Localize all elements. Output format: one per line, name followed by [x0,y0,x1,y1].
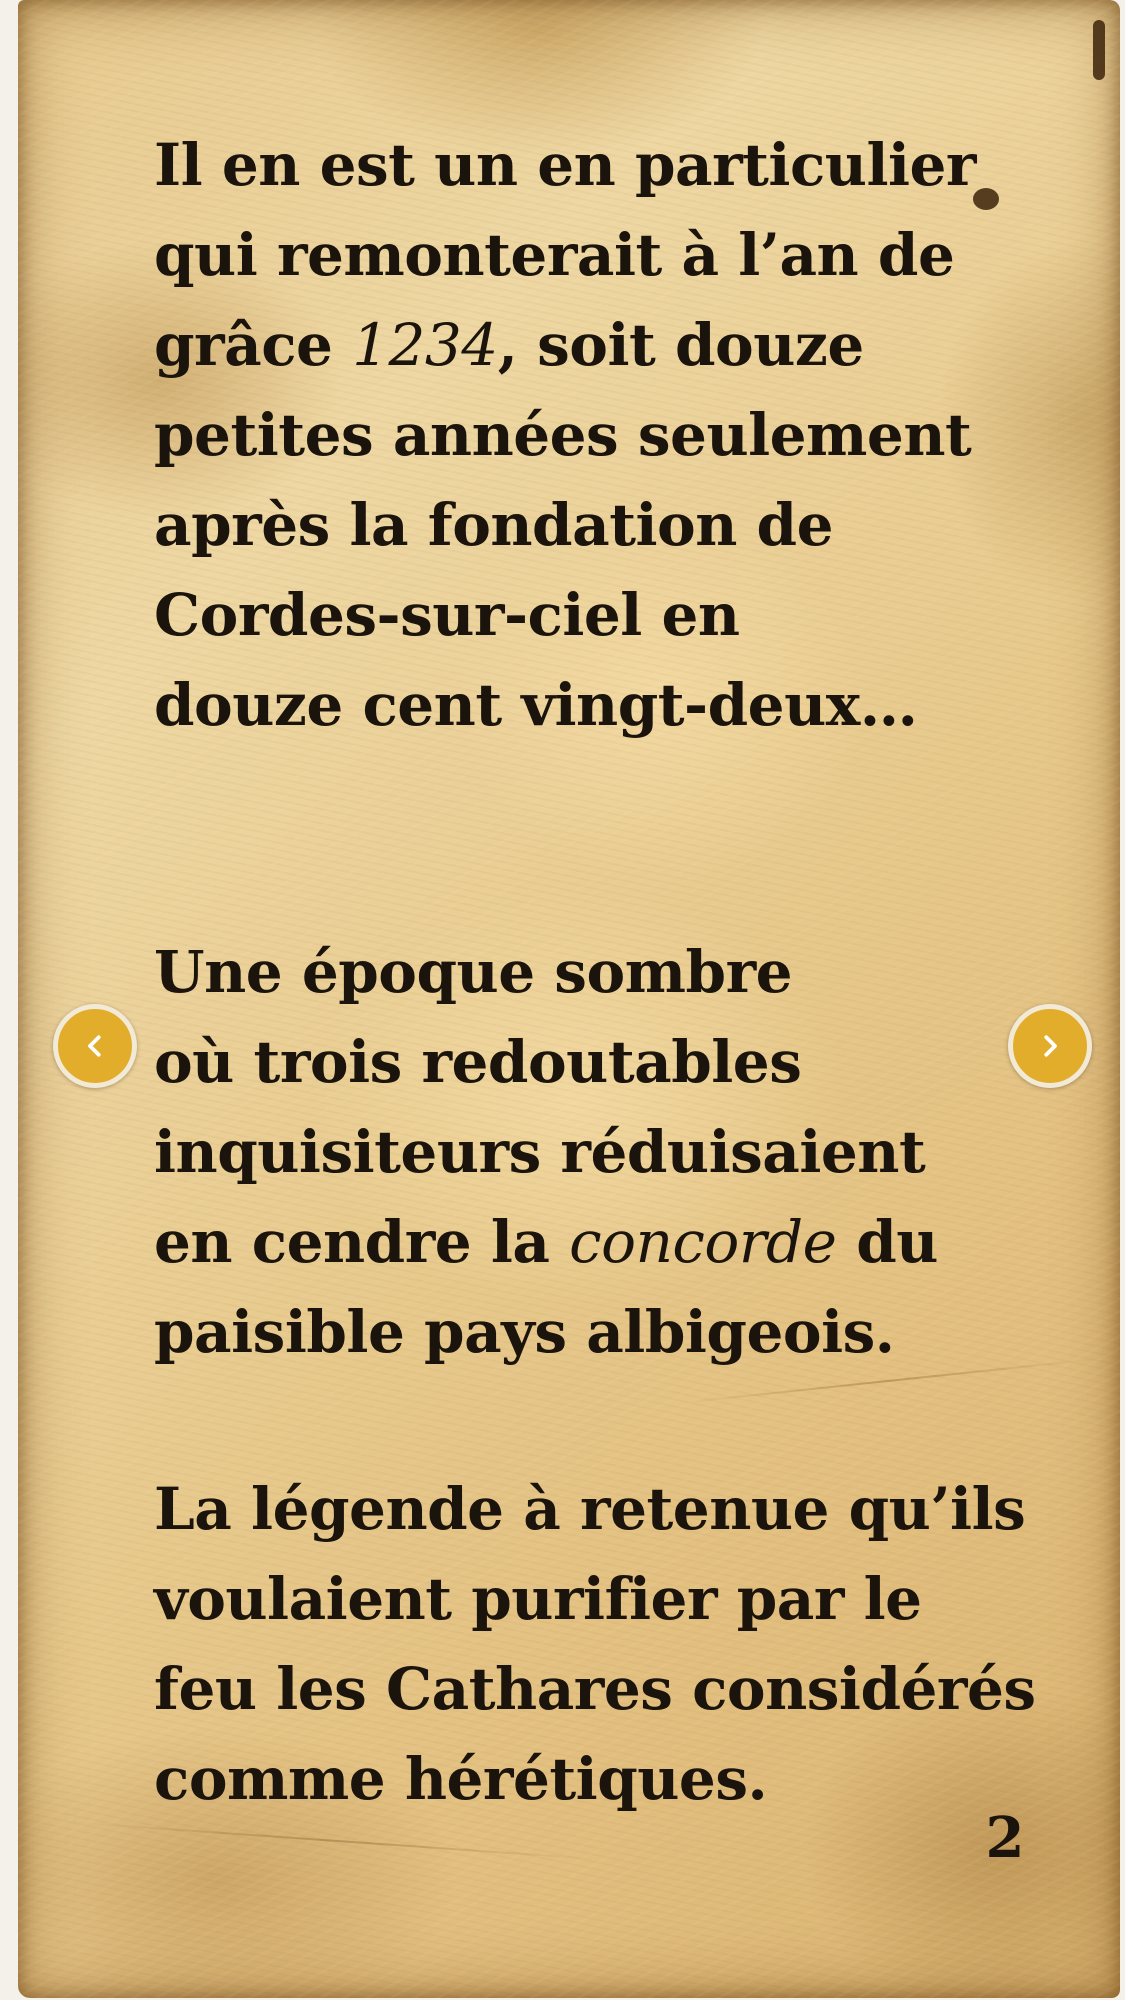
text-line: Cordes-sur-ciel en [154,581,740,649]
text-line: voulaient purifier par le [154,1565,922,1633]
next-page-button[interactable] [1008,1004,1092,1088]
text-line: en cendre la concorde du [154,1197,1034,1287]
page-viewer: Il en est un en particulier qui remonter… [0,0,1125,2000]
text-line: où trois redoutables [154,1028,802,1096]
chevron-right-icon [1044,1035,1057,1057]
text-line: qui remonterait à l’an de [154,221,955,289]
text-segment: en cendre la [154,1208,550,1276]
text-line: grâce 1234, soit douze [154,300,1034,390]
text-segment: grâce [154,311,333,379]
word-emphasis: concorde [569,1208,837,1276]
previous-page-button[interactable] [53,1004,137,1088]
story-paragraph-3: La légende à retenue qu’ils voulaient pu… [154,1464,1036,1824]
paper-crease [78,1821,598,1861]
text-line: après la fondation de [154,491,834,559]
chevron-left-icon [88,1035,101,1057]
ink-stain [1093,20,1105,80]
text-line: inquisiteurs réduisaient [154,1118,926,1186]
story-paragraph-1: Il en est un en particulier qui remonter… [154,120,1034,750]
text-line: paisible pays albigeois. [154,1298,895,1366]
text-line: Il en est un en particulier [154,131,976,199]
text-line: Une époque sombre [154,938,793,1006]
story-paragraph-2: Une époque sombre où trois redoutables i… [154,927,1034,1377]
text-line: petites années seulement [154,401,972,469]
text-line: La légende à retenue qu’ils [154,1475,1026,1543]
page-number: 2 [985,1805,1025,1871]
year-emphasis: 1234 [352,311,498,379]
text-line: comme hérétiques. [154,1745,768,1813]
text-segment: , soit douze [497,311,865,379]
text-line: douze cent vingt-deux… [154,671,918,739]
text-line: feu les Cathares considérés [154,1655,1036,1723]
text-segment: du [856,1208,938,1276]
